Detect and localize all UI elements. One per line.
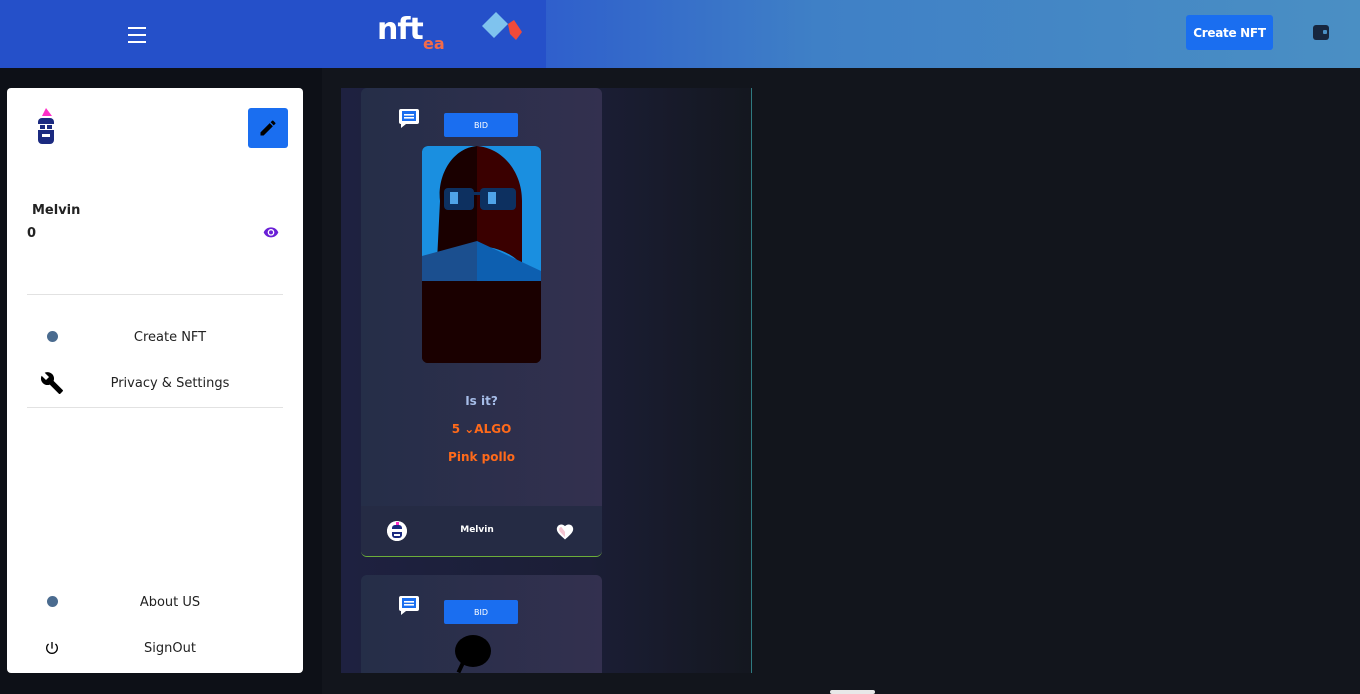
logo-subtext: ea	[423, 34, 445, 53]
sidebar-panel: Melvin 0 Create NFT Privacy & Settings A…	[7, 88, 303, 673]
top-app-bar-left	[0, 0, 546, 68]
eye-icon[interactable]	[263, 226, 279, 238]
sidebar-item-label: Privacy & Settings	[110, 376, 230, 391]
bid-button[interactable]: BID	[444, 600, 518, 624]
horizontal-scrollbar[interactable]	[830, 690, 875, 694]
avatar[interactable]	[32, 108, 60, 148]
nft-card[interactable]: BID	[361, 575, 602, 673]
username: Melvin	[32, 203, 81, 218]
divider	[27, 294, 283, 295]
nft-card[interactable]: BID Is it? 5 ⌄ALGO Pink pollo Melvin	[361, 88, 602, 557]
sidebar-item-privacy-settings[interactable]: Privacy & Settings	[27, 368, 283, 398]
divider	[27, 407, 283, 408]
owner-name: Melvin	[460, 525, 494, 535]
balance-value: 0	[27, 226, 37, 241]
comment-icon[interactable]	[398, 107, 420, 129]
sidebar-item-label: Create NFT	[133, 330, 207, 345]
logo-mark-icon	[482, 12, 522, 40]
bid-button[interactable]: BID	[444, 113, 518, 137]
nft-price: 5 ⌄ALGO	[451, 422, 512, 436]
wallet-icon[interactable]	[1313, 25, 1329, 40]
comment-icon[interactable]	[398, 594, 420, 616]
sidebar-item-create-nft[interactable]: Create NFT	[27, 322, 283, 352]
menu-icon[interactable]	[122, 20, 152, 48]
sidebar-item-signout[interactable]: SignOut	[27, 633, 283, 663]
nft-name: Pink pollo	[448, 450, 515, 464]
create-nft-button[interactable]: Create NFT	[1186, 15, 1273, 50]
sidebar-item-about-us[interactable]: About US	[27, 587, 283, 617]
column-divider	[751, 88, 752, 673]
top-app-bar: nft ea Create NFT	[0, 0, 1360, 68]
edit-profile-button[interactable]	[248, 108, 288, 148]
nft-image[interactable]	[422, 146, 541, 363]
sidebar-item-label: About US	[139, 595, 201, 610]
logo-text: nft	[377, 12, 424, 47]
nft-image[interactable]	[451, 633, 491, 673]
heart-icon[interactable]	[555, 522, 575, 540]
card-footer: Melvin	[361, 506, 602, 556]
pencil-icon	[260, 120, 276, 136]
nft-title: Is it?	[465, 394, 498, 408]
owner-avatar[interactable]	[387, 521, 407, 541]
sidebar-item-label: SignOut	[144, 641, 196, 656]
